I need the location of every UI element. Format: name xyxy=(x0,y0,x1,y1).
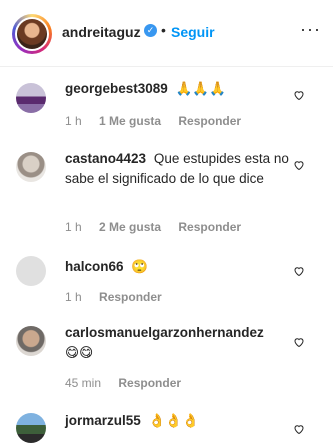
more-options-icon[interactable]: ··· xyxy=(300,20,321,38)
like-heart-icon[interactable] xyxy=(293,159,305,171)
like-heart-icon[interactable] xyxy=(293,423,305,435)
author-photo xyxy=(17,19,47,49)
comment-likes[interactable]: 2 Me gusta xyxy=(99,220,161,234)
comment-meta: 45 min Responder xyxy=(65,376,195,390)
comment-meta: 1 h 2 Me gusta Responder xyxy=(65,220,255,234)
reply-button[interactable]: Responder xyxy=(99,290,162,304)
comment-username[interactable]: halcon66 xyxy=(65,259,124,274)
like-heart-icon[interactable] xyxy=(293,336,305,348)
comment-likes[interactable]: 1 Me gusta xyxy=(99,114,161,128)
comment-username[interactable]: jormarzul55 xyxy=(65,413,141,428)
comment-item: carlosmanuelgarzonhernandez 😋😋 45 min Re… xyxy=(0,320,333,405)
comment-time[interactable]: 45 min xyxy=(65,376,101,390)
commenter-avatar[interactable] xyxy=(16,83,46,113)
follow-button[interactable]: Seguir xyxy=(171,24,215,40)
comment-meta: 1 h 1 Me gusta Responder xyxy=(65,114,255,128)
comment-username[interactable]: carlosmanuelgarzonhernandez xyxy=(65,323,301,343)
comment-username[interactable]: georgebest3089 xyxy=(65,81,168,96)
commenter-avatar[interactable] xyxy=(16,256,46,286)
reply-button[interactable]: Responder xyxy=(178,114,241,128)
comment-item: castano4423 Que estupides esta no sabe e… xyxy=(0,137,333,237)
comment-text: 🙏🙏🙏 xyxy=(175,81,227,96)
comment-time[interactable]: 1 h xyxy=(65,114,82,128)
reply-button[interactable]: Responder xyxy=(178,220,241,234)
commenter-avatar[interactable] xyxy=(16,326,46,356)
like-heart-icon[interactable] xyxy=(293,265,305,277)
comment-time[interactable]: 1 h xyxy=(65,290,82,304)
comment-item: halcon66 🙄 1 h Responder xyxy=(0,245,333,315)
like-heart-icon[interactable] xyxy=(293,89,305,101)
comment-text: 😋😋 xyxy=(65,345,94,360)
reply-button[interactable]: Responder xyxy=(118,376,181,390)
comment-text: 🙄 xyxy=(131,259,149,274)
comment-meta: 1 h Responder xyxy=(65,290,176,304)
author-avatar[interactable] xyxy=(12,14,52,54)
comment-time[interactable]: 1 h xyxy=(65,220,82,234)
commenter-avatar[interactable] xyxy=(16,152,46,182)
commenter-avatar[interactable] xyxy=(16,413,46,443)
author-username[interactable]: andreitaguz xyxy=(62,24,141,40)
comment-text: 👌👌👌 xyxy=(148,413,199,428)
verified-badge-icon: ✓ xyxy=(144,24,157,37)
separator-dot: • xyxy=(161,22,166,38)
comment-item: georgebest3089 🙏🙏🙏 1 h 1 Me gusta Respon… xyxy=(0,67,333,137)
comment-username[interactable]: castano4423 xyxy=(65,151,146,166)
comment-item: jormarzul55 👌👌👌 xyxy=(0,405,333,443)
post-header: andreitaguz ✓ • Seguir ··· xyxy=(0,0,333,67)
